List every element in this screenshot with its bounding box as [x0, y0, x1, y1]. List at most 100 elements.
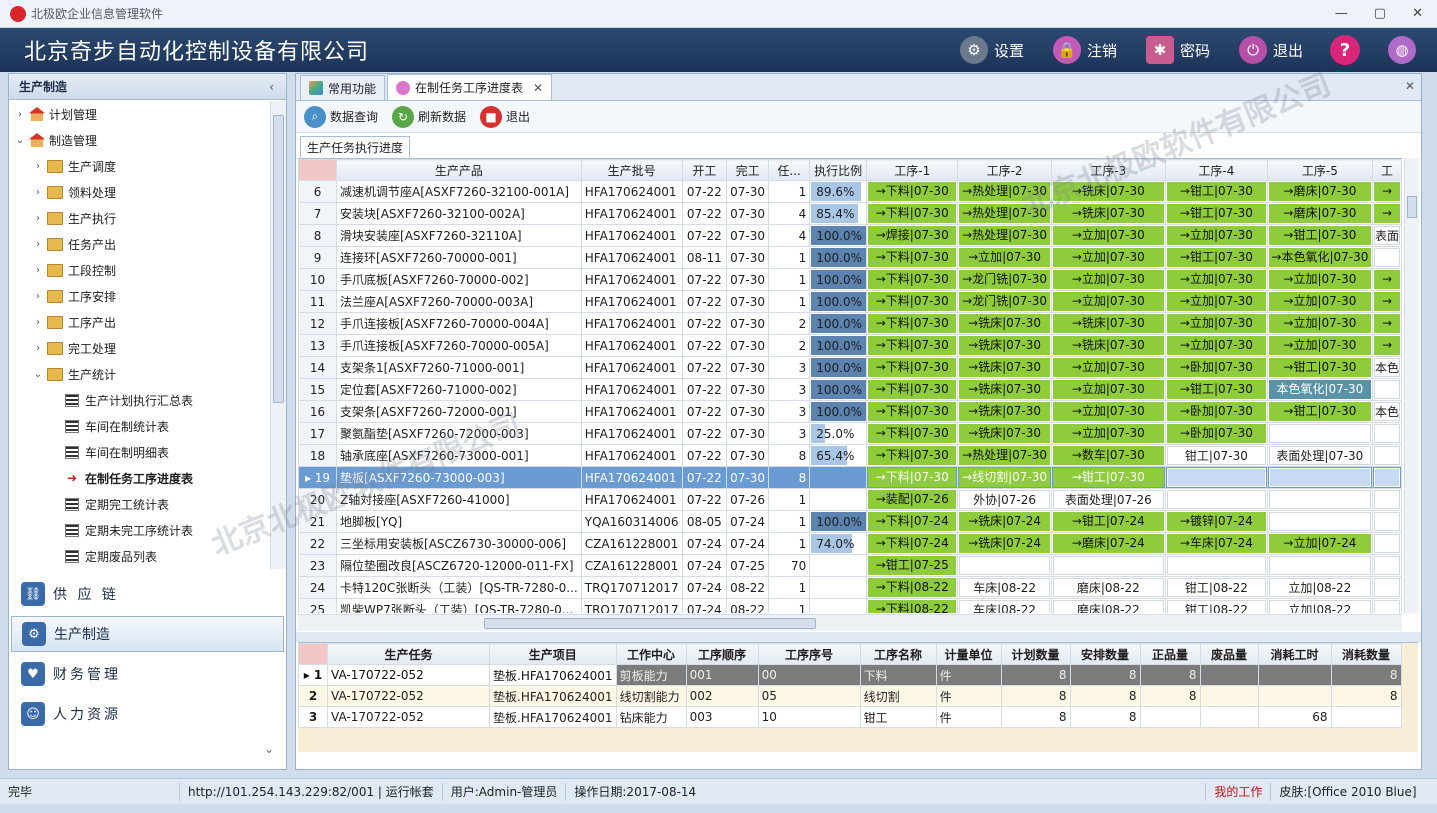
process-step-cell[interactable]: 钳工|07-30 — [1164, 444, 1268, 467]
tree-item[interactable]: › 任务产出 — [9, 231, 271, 257]
process-step-cell[interactable]: →数车|07-30 — [1050, 444, 1166, 467]
process-step-cell[interactable]: →铣床|07-30 — [1050, 202, 1166, 225]
process-step-cell[interactable]: →钳工|07-30 — [1266, 356, 1373, 379]
process-step-cell[interactable]: →立加|07-30 — [1266, 312, 1373, 335]
process-step-cell[interactable]: →下料|07-24 — [865, 510, 959, 533]
process-step-cell[interactable]: →钳工|07-25 — [865, 554, 959, 577]
detail-column-header[interactable]: 消耗工时 — [1257, 643, 1332, 665]
expand-arrow-icon[interactable]: ⌄ — [13, 135, 27, 146]
process-step-cell[interactable]: 钳工|08-22 — [1164, 598, 1268, 613]
process-step-cell[interactable]: 本色 — [1371, 356, 1402, 379]
expand-arrow-icon[interactable]: › — [31, 239, 45, 250]
settings-button[interactable]: ⚙ 设置 — [960, 28, 1024, 72]
process-step-cell[interactable]: →铣床|07-30 — [1050, 334, 1166, 357]
row-number[interactable]: 10 — [298, 268, 338, 291]
process-step-cell[interactable]: →下料|07-30 — [865, 180, 959, 203]
process-step-cell[interactable]: →铣床|07-24 — [957, 510, 1052, 533]
process-step-cell[interactable]: →龙门铣|07-30 — [957, 290, 1052, 313]
row-number[interactable]: 21 — [298, 510, 338, 533]
table-row[interactable]: 23 隔位垫圈改良[ASCZ6720-12000-011-FX] CZA161228… — [298, 554, 1402, 577]
minimize-icon[interactable]: — — [1335, 6, 1348, 21]
globe-button[interactable]: ◍ — [1388, 28, 1422, 72]
process-step-cell[interactable] — [1266, 554, 1373, 577]
nav-button-3[interactable]: ☺ 人力资源 — [11, 696, 284, 732]
tree-item[interactable]: ⌄ 制造管理 — [9, 127, 271, 153]
tree-item[interactable]: › 计划管理 — [9, 101, 271, 127]
column-header[interactable]: 执行比例 — [809, 159, 867, 181]
nav-button-0[interactable]: ⛓ 供 应 链 — [11, 576, 284, 612]
row-number[interactable]: 18 — [298, 444, 338, 467]
refresh-button[interactable]: ↻ 刷新数据 — [392, 105, 466, 128]
tree-item[interactable]: › 生产调度 — [9, 153, 271, 179]
process-step-cell[interactable]: →钳工|07-30 — [1164, 180, 1268, 203]
row-number[interactable]: 20 — [298, 488, 338, 511]
process-step-cell[interactable]: → — [1371, 290, 1402, 313]
row-number[interactable]: 14 — [298, 356, 338, 379]
row-number[interactable]: 16 — [298, 400, 338, 423]
process-step-cell[interactable]: →铣床|07-24 — [957, 532, 1052, 555]
detail-column-header[interactable]: 计划数量 — [1000, 643, 1071, 665]
tree-item[interactable]: 车间在制明细表 — [9, 439, 271, 465]
tree-item[interactable]: › 生产执行 — [9, 205, 271, 231]
process-step-cell[interactable]: →热处理|07-30 — [957, 444, 1052, 467]
row-number[interactable]: 22 — [298, 532, 338, 555]
column-header[interactable]: 生产批号 — [580, 159, 683, 181]
process-step-cell[interactable] — [1371, 444, 1402, 467]
column-header[interactable]: 任... — [768, 159, 811, 181]
process-step-cell[interactable]: →铣床|07-30 — [957, 356, 1052, 379]
close-icon[interactable]: ✕ — [1412, 6, 1423, 21]
detail-row[interactable]: 2 VA-170722-052 垫板.HFA170624001 线切割能力 002 05 线… — [298, 685, 1402, 707]
process-step-cell[interactable]: →铣床|07-30 — [957, 312, 1052, 335]
table-row[interactable]: 22 三坐标用安装板[ASCZ6730-30000-006] CZA16122800… — [298, 532, 1402, 555]
row-number[interactable]: 9 — [298, 246, 338, 269]
toolbar-exit-button[interactable]: ■ 退出 — [480, 105, 530, 128]
process-step-cell[interactable]: →立加|07-30 — [1164, 312, 1268, 335]
process-step-cell[interactable]: →立加|07-30 — [1266, 334, 1373, 357]
process-step-cell[interactable]: →线切割|07-30 — [957, 466, 1052, 489]
tree-item[interactable]: 定期未完工序统计表 — [9, 517, 271, 543]
process-step-cell[interactable]: 车床|08-22 — [957, 576, 1052, 599]
process-step-cell[interactable]: →立加|07-30 — [1050, 224, 1166, 247]
process-step-cell[interactable]: →立加|07-30 — [1164, 334, 1268, 357]
process-step-cell[interactable]: 立加|08-22 — [1266, 576, 1373, 599]
detail-column-header[interactable]: 生产项目 — [489, 643, 617, 665]
row-number[interactable]: 15 — [298, 378, 338, 401]
process-step-cell[interactable]: 表面处理|07-30 — [1266, 444, 1373, 467]
subtab-task-progress[interactable]: 生产任务执行进度 — [300, 136, 411, 158]
column-header[interactable] — [298, 159, 338, 181]
process-step-cell[interactable]: → — [1371, 334, 1402, 357]
table-row[interactable]: 12 手爪连接板[ASXF7260-70000-004A] HFA170624001… — [298, 312, 1402, 335]
nav-button-1[interactable]: ⚙ 生产制造 — [11, 616, 284, 652]
expand-arrow-icon[interactable]: › — [31, 265, 45, 276]
tab-close-icon[interactable]: ✕ — [533, 81, 543, 95]
detail-column-header[interactable]: 废品量 — [1199, 643, 1259, 665]
detail-column-header[interactable]: 工作中心 — [615, 643, 687, 665]
process-step-cell[interactable]: →下料|07-30 — [865, 334, 959, 357]
detail-column-header[interactable]: 安排数量 — [1069, 643, 1141, 665]
process-step-cell[interactable]: 外协|07-26 — [957, 488, 1052, 511]
process-step-cell[interactable]: →下料|08-22 — [865, 576, 959, 599]
table-row[interactable]: 10 手爪底板[ASXF7260-70000-002] HFA170624001 07… — [298, 268, 1402, 291]
detail-row[interactable]: ▸ 1 VA-170722-052 垫板.HFA170624001 剪板能力 001 00… — [298, 664, 1402, 686]
row-number[interactable]: 7 — [298, 202, 338, 225]
tab-progress-report[interactable]: 在制任务工序进度表 ✕ — [387, 74, 553, 100]
process-step-cell[interactable]: →下料|07-30 — [865, 268, 959, 291]
process-step-cell[interactable] — [957, 554, 1052, 577]
row-number[interactable]: 6 — [298, 180, 338, 203]
detail-column-header[interactable]: 工序名称 — [859, 643, 937, 665]
detail-column-header[interactable]: 工序序号 — [757, 643, 861, 665]
process-step-cell[interactable]: →立加|07-30 — [1050, 268, 1166, 291]
tree-item[interactable]: 车间在制统计表 — [9, 413, 271, 439]
process-step-cell[interactable]: →热处理|07-30 — [957, 202, 1052, 225]
close-all-icon[interactable]: ✕ — [1405, 79, 1415, 93]
process-step-cell[interactable] — [1371, 466, 1402, 489]
process-step-cell[interactable]: 磨床|08-22 — [1050, 598, 1166, 613]
logout-button[interactable]: 🔒 注销 — [1053, 28, 1117, 72]
process-step-cell[interactable]: 车床|08-22 — [957, 598, 1052, 613]
tree-item[interactable]: › 工序产出 — [9, 309, 271, 335]
process-step-cell[interactable]: →下料|07-30 — [865, 378, 959, 401]
process-step-cell[interactable] — [1371, 576, 1402, 599]
tree-item[interactable]: ➜ 在制任务工序进度表 — [9, 465, 271, 491]
password-button[interactable]: ✱ 密码 — [1146, 28, 1210, 72]
process-step-cell[interactable]: →下料|07-30 — [865, 444, 959, 467]
